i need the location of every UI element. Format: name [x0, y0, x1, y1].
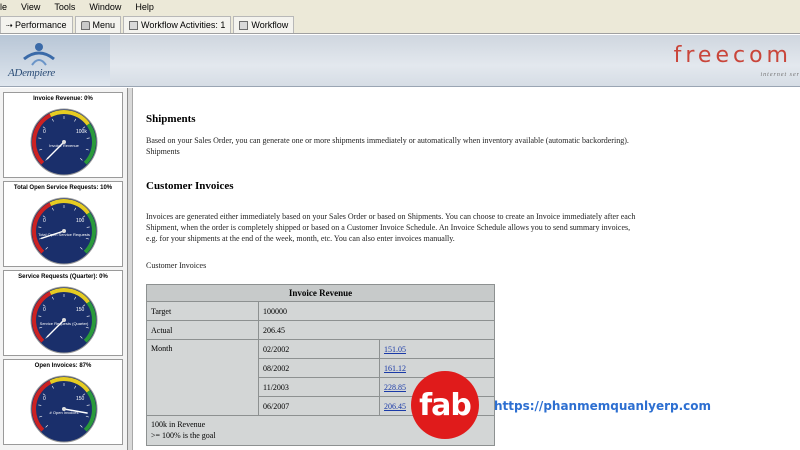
invoices-text-line: e.g. for your shipments at the end of th… [146, 234, 455, 243]
gauge-title: Open Invoices: 87% [34, 363, 92, 369]
gauge-card[interactable]: Service Requests (Quarter): 0% 0 150 Servi… [3, 270, 123, 356]
target-value: 100000 [258, 301, 495, 321]
tab-performance-label: Performance [15, 20, 67, 30]
invoices-text-line: Shipment, when the order is completely s… [146, 223, 631, 232]
gauge-dial: 0 100kInvoice Revenue [30, 108, 98, 176]
gauge-max-label: 150 [76, 307, 85, 313]
month-cell: 06/2007 [258, 396, 380, 416]
gauge-min-label: 0 [43, 218, 46, 224]
month-value-link[interactable]: 151.05 [379, 339, 495, 359]
gauge-title: Service Requests (Quarter): 0% [18, 274, 108, 280]
gauge-card[interactable]: Open Invoices: 87% 0 150 # Open Invoices [3, 359, 123, 445]
gauge-min-label: 0 [43, 129, 46, 135]
tab-workflow[interactable]: Workflow [233, 16, 295, 33]
gauge-title: Total Open Service Requests: 10% [13, 185, 113, 191]
actual-label: Actual [146, 320, 259, 340]
table-row: Target 100000 [146, 301, 495, 321]
checkbox-icon [129, 20, 139, 30]
tab-menu-label: Menu [92, 20, 116, 30]
brand-name: freecom [673, 43, 792, 68]
month-cell: 11/2003 [258, 377, 380, 397]
table-row: Actual 206.45 [146, 320, 495, 340]
menu-window[interactable]: Window [89, 2, 121, 12]
gauge-min-label: 0 [43, 396, 46, 402]
month-cell: 02/2002 [258, 339, 380, 359]
gauge-max-label: 150 [76, 396, 85, 402]
target-label: Target [146, 301, 259, 321]
gauge-max-label: 100k [76, 129, 87, 135]
menu-help[interactable]: Help [135, 2, 154, 12]
shipments-link[interactable]: Shipments [146, 146, 180, 157]
adempiere-logo-mark-icon [23, 43, 55, 66]
performance-dashboard: Invoice Revenue: 0% 0 100k Invoice Revenue… [0, 88, 128, 450]
month-cell: 08/2002 [258, 358, 380, 378]
tab-workflow-activities-label: Workflow Activities: 1 [141, 20, 226, 30]
gauge-dial: 0 150# Open Invoices [30, 375, 98, 443]
workflow-icon [239, 20, 249, 30]
gauge-hub [62, 407, 66, 411]
panel-splitter[interactable] [128, 88, 133, 450]
gauge-card[interactable]: Invoice Revenue: 0% 0 100k Invoice Revenue [3, 92, 123, 178]
menu-tools[interactable]: Tools [54, 2, 75, 12]
gauge-max-label: 100 [76, 218, 85, 224]
shipments-text: Based on your Sales Order, you can gener… [146, 136, 629, 145]
gauge-dial: 0 100Total Open Service Requests [30, 197, 98, 265]
gauge-min-label: 0 [43, 307, 46, 313]
gauge-hub [62, 140, 66, 144]
shipments-heading: Shipments [146, 113, 196, 125]
table-title: Invoice Revenue [146, 284, 495, 302]
tab-workflow-activities[interactable]: Workflow Activities: 1 [123, 16, 232, 33]
tab-menu[interactable]: Menu [74, 16, 122, 33]
gauge-dial: 0 150Service Requests (Quarter) [30, 286, 98, 354]
menu-bar: le View Tools Window Help [0, 0, 800, 14]
menu-file[interactable]: le [0, 2, 7, 12]
logo-text: ADempiere [8, 67, 55, 79]
header-banner: ADempiere freecom internet ser [0, 35, 800, 87]
tab-workflow-label: Workflow [251, 20, 289, 30]
home-icon [80, 20, 90, 30]
table-row: Month 02/2002 151.05 [146, 339, 495, 416]
fab-logo: fab [411, 371, 479, 439]
watermark-url: https://phanmemquanlyerp.com [494, 399, 712, 413]
menu-view[interactable]: View [21, 2, 40, 12]
window-tabs: ⇢ Performance Menu Workflow Activities: … [0, 14, 800, 34]
customer-invoices-link[interactable]: Customer Invoices [146, 260, 206, 271]
customer-invoices-heading: Customer Invoices [146, 180, 234, 192]
tab-performance[interactable]: ⇢ Performance [0, 16, 73, 33]
performance-icon: ⇢ [6, 20, 13, 30]
brand-subtitle: internet ser [760, 72, 800, 78]
gauge-title: Invoice Revenue: 0% [33, 96, 93, 102]
actual-value: 206.45 [258, 320, 495, 340]
gauge-card[interactable]: Total Open Service Requests: 10% 0 100 Tot… [3, 181, 123, 267]
month-label: Month [146, 339, 259, 416]
invoices-text-line: Invoices are generated either immediatel… [146, 212, 636, 221]
adempiere-logo: ADempiere [0, 35, 110, 86]
gauge-hub [62, 318, 66, 322]
gauge-hub [62, 229, 66, 233]
